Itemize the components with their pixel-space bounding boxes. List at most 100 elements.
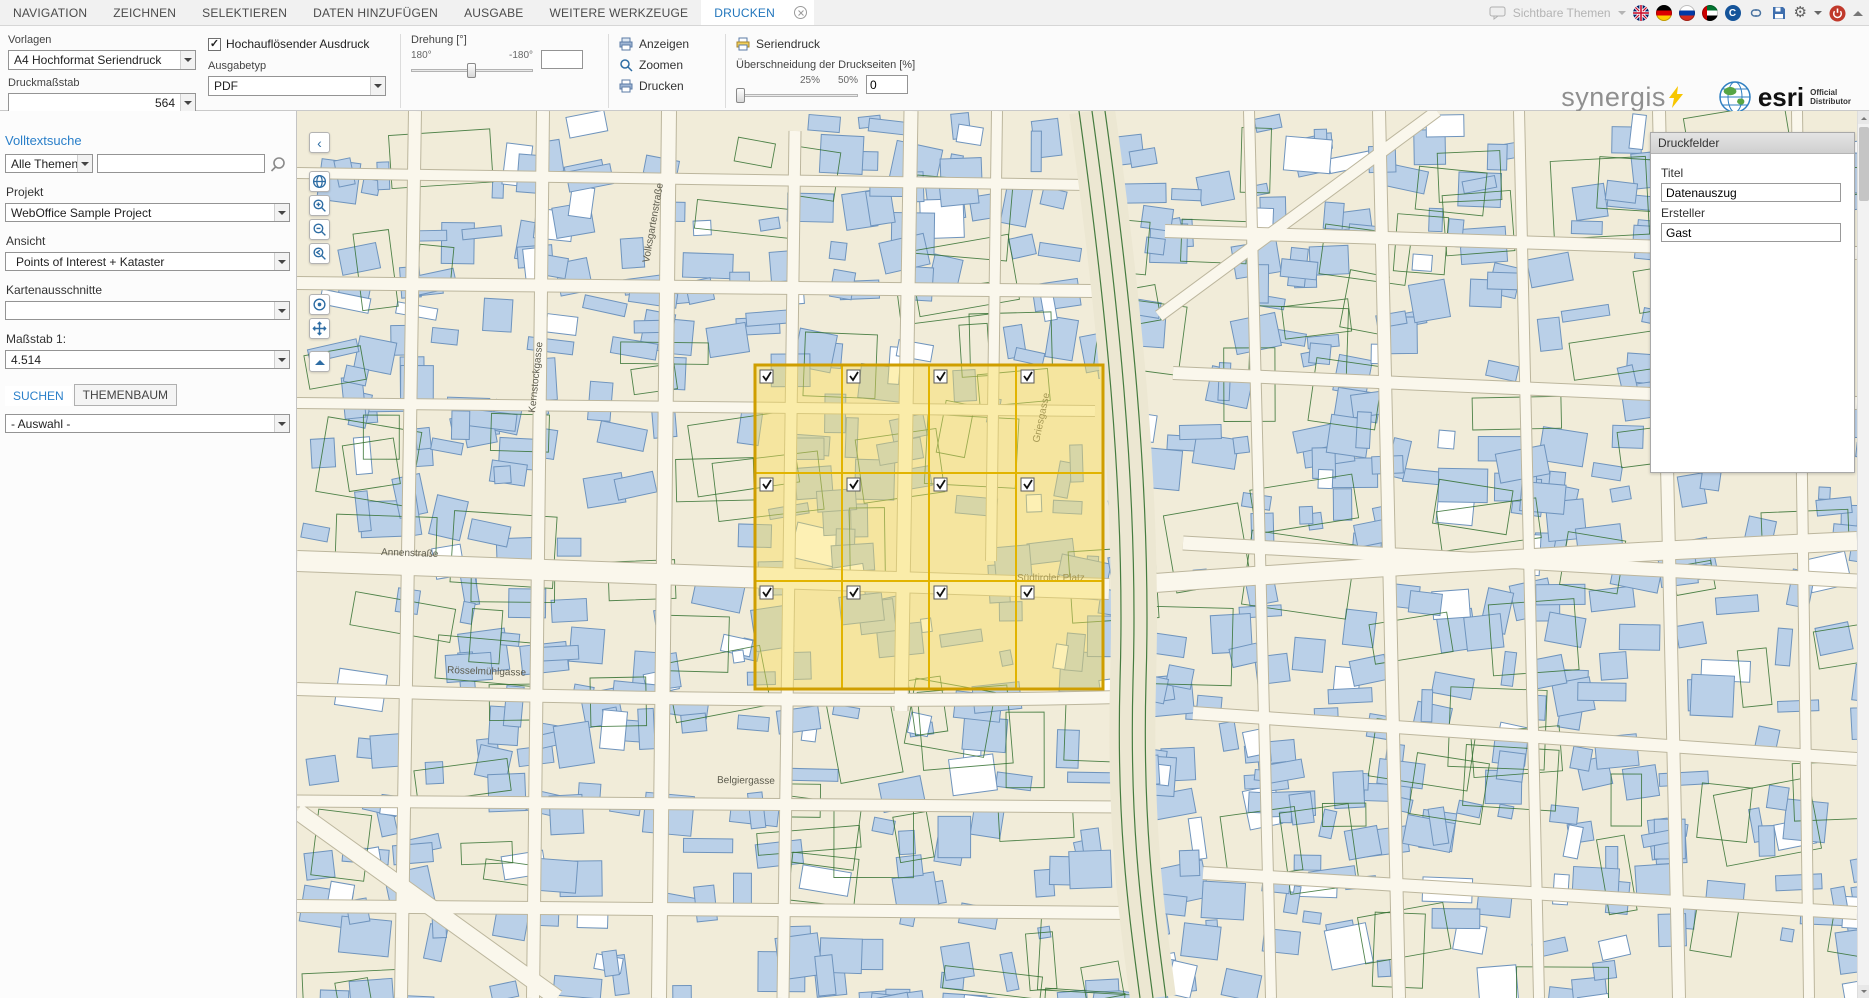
pan-extent-button[interactable]	[309, 318, 330, 339]
print-page-checkbox[interactable]	[847, 370, 860, 383]
chevron-down-icon[interactable]	[274, 351, 289, 368]
kartenausschnitte-select[interactable]	[5, 301, 290, 320]
zoom-out-button[interactable]	[309, 219, 330, 240]
flag-arabic-icon[interactable]	[1702, 5, 1718, 21]
print-page-checkbox[interactable]	[760, 586, 773, 599]
chevron-down-icon[interactable]	[180, 94, 195, 112]
ausgabetyp-select[interactable]: PDF	[208, 76, 386, 96]
drucken-ribbon: Vorlagen A4 Hochformat Seriendruck Druck…	[0, 26, 1869, 111]
druckmassstab-combo[interactable]: 564	[8, 93, 196, 113]
tab-drucken[interactable]: DRUCKEN	[701, 0, 788, 25]
ueberschneidung-tick-50: 50%	[838, 75, 858, 88]
globe-icon	[312, 174, 327, 189]
print-page-checkbox[interactable]	[847, 478, 860, 491]
hochaufloesend-checkbox[interactable]: Hochauflösender Ausdruck	[208, 34, 386, 54]
chevron-down-icon[interactable]	[370, 77, 385, 95]
scrollbar-thumb[interactable]	[1859, 127, 1869, 201]
drucken-button[interactable]: Drucken	[619, 76, 711, 95]
drehung-slider[interactable]	[411, 63, 533, 78]
collapse-ribbon-icon[interactable]	[1853, 6, 1863, 16]
chevron-down-icon[interactable]	[274, 253, 289, 270]
projekt-label: Projekt	[6, 185, 290, 199]
seriendruck-button[interactable]: Seriendruck	[736, 34, 949, 53]
chevron-down-icon[interactable]	[274, 415, 289, 432]
tab-suchen[interactable]: SUCHEN	[5, 386, 72, 406]
themes-filter-select[interactable]: Alle Themen	[5, 154, 93, 173]
massstab-select[interactable]: 4.514	[5, 350, 290, 369]
ribbon-separator	[400, 34, 401, 108]
ueberschneidung-tick-25: 25%	[800, 75, 820, 88]
chevron-down-icon[interactable]	[274, 302, 289, 319]
magnifier-icon	[619, 58, 633, 72]
tab-zeichnen[interactable]: ZEICHNEN	[100, 0, 189, 25]
chevron-down-icon[interactable]	[180, 51, 195, 69]
vorlagen-select[interactable]: A4 Hochformat Seriendruck	[8, 50, 196, 70]
projekt-select[interactable]: WebOffice Sample Project	[5, 203, 290, 222]
print-page-checkbox[interactable]	[760, 370, 773, 383]
chevron-down-icon[interactable]	[77, 155, 92, 172]
copyright-icon[interactable]: C	[1725, 5, 1741, 21]
vertical-scrollbar[interactable]	[1857, 111, 1869, 998]
print-page-checkbox[interactable]	[934, 370, 947, 383]
tab-themenbaum[interactable]: THEMENBAUM	[74, 384, 177, 406]
batch-printer-icon	[736, 37, 750, 51]
previous-extent-button[interactable]	[309, 243, 330, 264]
visible-themes-dropdown[interactable]: Sichtbare Themen	[1513, 6, 1611, 20]
ribbon-separator	[725, 34, 726, 108]
link-icon[interactable]	[1748, 5, 1764, 21]
tab-daten-hinzufuegen[interactable]: DATEN HINZUFÜGEN	[300, 0, 451, 25]
ersteller-input[interactable]	[1661, 223, 1841, 242]
anzeigen-button[interactable]: Anzeigen	[619, 34, 711, 53]
collapse-sidebar-button[interactable]: ‹	[309, 132, 330, 153]
ansicht-select[interactable]: Points of Interest + Kataster	[5, 252, 290, 271]
druckfelder-panel-header[interactable]: Druckfelder	[1651, 133, 1854, 154]
scroll-down-button[interactable]	[1858, 985, 1869, 998]
full-extent-globe-button[interactable]	[309, 171, 330, 192]
preview-icon	[619, 37, 633, 51]
tab-ausgabe[interactable]: AUSGABE	[451, 0, 536, 25]
print-grid-overlay	[755, 365, 1103, 689]
speech-bubble-icon	[1489, 6, 1506, 20]
collapse-toolbar-button[interactable]	[309, 351, 330, 372]
flag-uk-icon[interactable]	[1633, 5, 1649, 21]
projekt-value: WebOffice Sample Project	[6, 206, 274, 220]
flag-german-icon[interactable]	[1656, 5, 1672, 21]
print-page-checkbox[interactable]	[760, 478, 773, 491]
print-page-checkbox[interactable]	[847, 586, 860, 599]
close-drucken-tab-button[interactable]	[788, 0, 814, 25]
center-map-button[interactable]	[309, 294, 330, 315]
slider-handle[interactable]	[736, 88, 745, 103]
fulltext-search-input[interactable]	[97, 154, 265, 173]
chevron-down-icon[interactable]	[274, 204, 289, 221]
tab-navigation[interactable]: NAVIGATION	[0, 0, 100, 25]
zoomen-button[interactable]: Zoomen	[619, 55, 711, 74]
zoom-in-button[interactable]	[309, 195, 330, 216]
drehung-value-input[interactable]	[541, 50, 583, 69]
print-page-checkbox[interactable]	[934, 586, 947, 599]
titel-input[interactable]	[1661, 183, 1841, 202]
print-page-checkbox[interactable]	[1021, 586, 1034, 599]
esri-logo: esri Official Distributor	[1718, 80, 1851, 114]
map-canvas[interactable]: AnnenstraßeVolksgartenstraßeKernstockgas…	[297, 111, 1857, 998]
tab-weitere-werkzeuge[interactable]: WEITERE WERKZEUGE	[536, 0, 701, 25]
flag-russian-icon[interactable]	[1679, 5, 1695, 21]
ueberschneidung-input[interactable]	[866, 75, 908, 94]
save-icon[interactable]	[1771, 5, 1787, 21]
previous-extent-icon	[312, 246, 327, 261]
gear-chevron-down-icon[interactable]	[1814, 11, 1822, 19]
zoomen-label: Zoomen	[639, 58, 683, 72]
logout-power-icon[interactable]	[1829, 5, 1846, 22]
scroll-up-button[interactable]	[1858, 111, 1869, 124]
print-page-checkbox[interactable]	[1021, 478, 1034, 491]
auswahl-select[interactable]: - Auswahl -	[5, 414, 290, 433]
print-page-checkbox[interactable]	[934, 478, 947, 491]
ueberschneidung-slider[interactable]	[736, 88, 858, 103]
slider-handle[interactable]	[467, 63, 476, 78]
tab-selektieren[interactable]: SELEKTIEREN	[189, 0, 300, 25]
print-page-checkbox[interactable]	[1021, 370, 1034, 383]
checkbox-checked-icon	[208, 38, 221, 51]
search-icon[interactable]	[269, 155, 287, 173]
themes-filter-value: Alle Themen	[6, 157, 77, 171]
gear-icon[interactable]: ⚙	[1794, 5, 1807, 21]
massstab-label: Maßstab 1:	[6, 332, 290, 346]
